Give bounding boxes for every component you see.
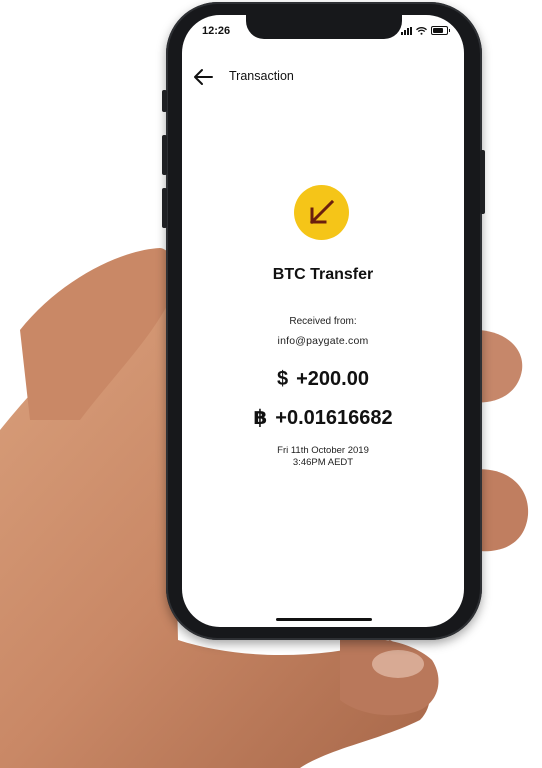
volume-up-button <box>162 135 167 175</box>
bitcoin-icon: ฿ <box>253 407 268 429</box>
usd-amount-row: $ +200.00 <box>182 368 464 391</box>
transaction-title: BTC Transfer <box>272 266 374 283</box>
arrow-left-icon[interactable] <box>192 67 214 87</box>
transaction-datetime: Fri 11th October 2019 3:46PM AEDT <box>182 445 464 469</box>
page-title: Transaction <box>229 69 294 83</box>
mute-switch <box>162 90 167 112</box>
status-icons <box>401 26 450 35</box>
header: Transaction <box>182 67 464 89</box>
dollar-icon: $ <box>277 368 289 390</box>
battery-icon <box>431 26 450 35</box>
notch <box>246 15 402 39</box>
signal-icon <box>401 26 412 35</box>
received-from-label: Received from: <box>289 316 357 327</box>
sender-email[interactable]: info@paygate.com <box>182 335 464 347</box>
transaction-time: 3:46PM AEDT <box>292 457 354 468</box>
arrow-down-left-icon <box>309 199 335 225</box>
phone-screen: 12:26 Transaction BTC Transfer Received … <box>182 15 464 627</box>
status-time: 12:26 <box>202 25 231 37</box>
transaction-date: Fri 11th October 2019 <box>277 445 369 456</box>
transaction-type-badge <box>294 185 349 240</box>
power-button <box>480 150 485 214</box>
btc-amount: +0.01616682 <box>275 407 393 429</box>
usd-amount: +200.00 <box>296 368 369 390</box>
wifi-icon <box>416 26 427 35</box>
volume-down-button <box>162 188 167 228</box>
btc-amount-row: ฿ +0.01616682 <box>182 405 464 430</box>
home-indicator[interactable] <box>276 618 372 621</box>
